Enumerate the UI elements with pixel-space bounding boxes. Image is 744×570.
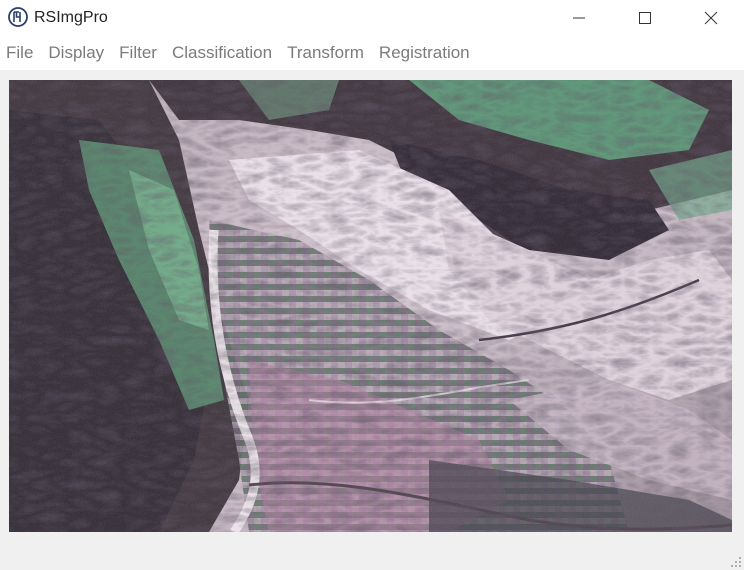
title-bar[interactable]: RSImgPro xyxy=(0,0,744,36)
window-title: RSImgPro xyxy=(34,9,108,26)
menu-transform[interactable]: Transform xyxy=(281,36,373,70)
satellite-image[interactable] xyxy=(9,80,732,532)
maximize-button[interactable] xyxy=(622,0,668,36)
menu-display[interactable]: Display xyxy=(42,36,113,70)
close-icon xyxy=(704,11,718,25)
satellite-image-canvas xyxy=(9,80,732,532)
menu-filter[interactable]: Filter xyxy=(113,36,166,70)
minimize-icon xyxy=(573,17,585,19)
menu-registration[interactable]: Registration xyxy=(373,36,479,70)
menu-classification[interactable]: Classification xyxy=(166,36,281,70)
menu-file[interactable]: File xyxy=(0,36,42,70)
app-logo-icon xyxy=(8,7,28,27)
status-bar xyxy=(0,540,744,570)
resize-grip-icon[interactable] xyxy=(730,556,742,568)
image-display-panel xyxy=(0,70,744,540)
minimize-button[interactable] xyxy=(556,0,602,36)
close-button[interactable] xyxy=(688,0,734,36)
menu-bar: File Display Filter Classification Trans… xyxy=(0,36,744,70)
maximize-icon xyxy=(639,12,651,24)
